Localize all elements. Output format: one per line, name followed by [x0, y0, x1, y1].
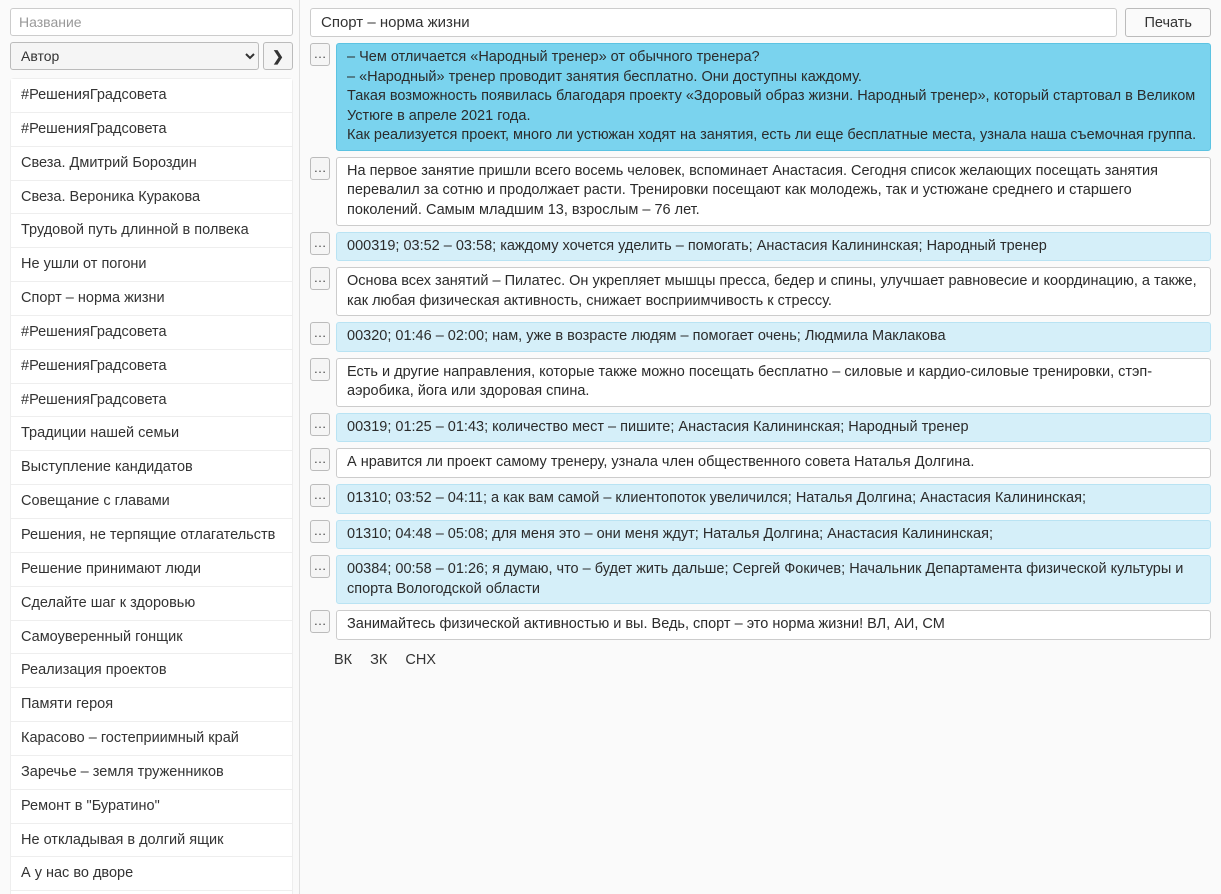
list-item[interactable]: Свеза. Дмитрий Бороздин [11, 147, 292, 181]
entry-menu-button[interactable]: … [310, 413, 330, 436]
list-item[interactable]: Решение принимают люди [11, 553, 292, 587]
main-panel: Печать … – Чем отличается «Народный трене… [300, 0, 1221, 894]
entry-menu-button[interactable]: … [310, 267, 330, 290]
footer-tag[interactable]: ЗК [370, 652, 387, 668]
entry-menu-button[interactable]: … [310, 157, 330, 180]
list-item[interactable]: Ремонт в "Буратино" [11, 790, 292, 824]
entry-row: … Занимайтесь физической активностью и вы… [310, 610, 1211, 640]
entry-menu-button[interactable]: … [310, 555, 330, 578]
entry-menu-button[interactable]: … [310, 610, 330, 633]
list-item[interactable]: Свеза. Вероника Куракова [11, 181, 292, 215]
entry-menu-button[interactable]: … [310, 322, 330, 345]
entry-row: … – Чем отличается «Народный тренер» от о… [310, 43, 1211, 151]
list-item[interactable]: Реализация проектов [11, 654, 292, 688]
entry-body[interactable]: Основа всех занятий – Пилатес. Он укрепл… [336, 267, 1211, 316]
entry-row: … 000319; 03:52 – 03:58; каждому хочется … [310, 232, 1211, 262]
list-item[interactable]: Совещание с главами [11, 485, 292, 519]
list-item[interactable]: Памяти героя [11, 688, 292, 722]
entry-menu-button[interactable]: … [310, 448, 330, 471]
entry-body[interactable]: 000319; 03:52 – 03:58; каждому хочется у… [336, 232, 1211, 262]
list-item[interactable]: Самоуверенный гонщик [11, 621, 292, 655]
list-item[interactable]: Сделайте шаг к здоровью [11, 587, 292, 621]
entry-menu-button[interactable]: … [310, 520, 330, 543]
entry-body[interactable]: – Чем отличается «Народный тренер» от об… [336, 43, 1211, 151]
entry-body[interactable]: Есть и другие направления, которые также… [336, 358, 1211, 407]
entry-body[interactable]: 01310; 04:48 – 05:08; для меня это – они… [336, 520, 1211, 550]
entry-body[interactable]: На первое занятие пришли всего восемь че… [336, 157, 1211, 226]
list-item[interactable]: Заречье – земля труженников [11, 756, 292, 790]
entries-container: … – Чем отличается «Народный тренер» от о… [310, 43, 1211, 640]
entry-row: … На первое занятие пришли всего восемь ч… [310, 157, 1211, 226]
footer-tag[interactable]: СНХ [405, 652, 436, 668]
list-item[interactable]: Трудовой путь длинной в полвека [11, 214, 292, 248]
list-item[interactable]: Карасово – гостеприимный край [11, 722, 292, 756]
entry-body[interactable]: Занимайтесь физической активностью и вы.… [336, 610, 1211, 640]
list-item[interactable]: #РешенияГрадсовета [11, 316, 292, 350]
list-item[interactable]: #РешенияГрадсовета [11, 113, 292, 147]
title-input[interactable] [310, 8, 1117, 37]
author-select[interactable]: Автор [10, 42, 259, 70]
entry-body[interactable]: 01310; 03:52 – 04:11; а как вам самой – … [336, 484, 1211, 514]
list-item[interactable]: Решения, не терпящие отлагательств [11, 519, 292, 553]
entry-row: … 00320; 01:46 – 02:00; нам, уже в возрас… [310, 322, 1211, 352]
entry-row: … Есть и другие направления, которые такж… [310, 358, 1211, 407]
print-button[interactable]: Печать [1125, 8, 1211, 37]
list-item[interactable]: Спорт – норма жизни [11, 282, 292, 316]
name-filter-input[interactable] [10, 8, 293, 36]
entry-body[interactable]: 00320; 01:46 – 02:00; нам, уже в возраст… [336, 322, 1211, 352]
list-item[interactable]: Не ушли от погони [11, 248, 292, 282]
entry-menu-button[interactable]: … [310, 484, 330, 507]
article-list: #РешенияГрадсовета#РешенияГрадсоветаСвез… [10, 78, 293, 894]
entry-row: … 01310; 04:48 – 05:08; для меня это – он… [310, 520, 1211, 550]
entry-body[interactable]: 00384; 00:58 – 01:26; я думаю, что – буд… [336, 555, 1211, 604]
entry-row: … 00384; 00:58 – 01:26; я думаю, что – бу… [310, 555, 1211, 604]
entry-menu-button[interactable]: … [310, 232, 330, 255]
list-item[interactable]: Не откладывая в долгий ящик [11, 824, 292, 858]
entry-body[interactable]: 00319; 01:25 – 01:43; количество мест – … [336, 413, 1211, 443]
entry-menu-button[interactable]: … [310, 43, 330, 66]
entry-menu-button[interactable]: … [310, 358, 330, 381]
list-item[interactable]: #РешенияГрадсовета [11, 350, 292, 384]
list-item[interactable]: Выступление кандидатов [11, 451, 292, 485]
entry-body[interactable]: А нравится ли проект самому тренеру, узн… [336, 448, 1211, 478]
footer-tags: ВК ЗК СНХ [310, 646, 1211, 674]
list-item[interactable]: #РешенияГрадсовета [11, 79, 292, 113]
go-button[interactable]: ❯ [263, 42, 293, 70]
entry-row: … А нравится ли проект самому тренеру, уз… [310, 448, 1211, 478]
footer-tag[interactable]: ВК [334, 652, 352, 668]
list-item[interactable]: А у нас во дворе [11, 857, 292, 891]
sidebar: Автор ❯ #РешенияГрадсовета#РешенияГрадсо… [0, 0, 300, 894]
entry-row: … 00319; 01:25 – 01:43; количество мест –… [310, 413, 1211, 443]
list-item[interactable]: #РешенияГрадсовета [11, 384, 292, 418]
entry-row: … Основа всех занятий – Пилатес. Он укреп… [310, 267, 1211, 316]
list-item[interactable]: Традиции нашей семьи [11, 417, 292, 451]
entry-row: … 01310; 03:52 – 04:11; а как вам самой –… [310, 484, 1211, 514]
